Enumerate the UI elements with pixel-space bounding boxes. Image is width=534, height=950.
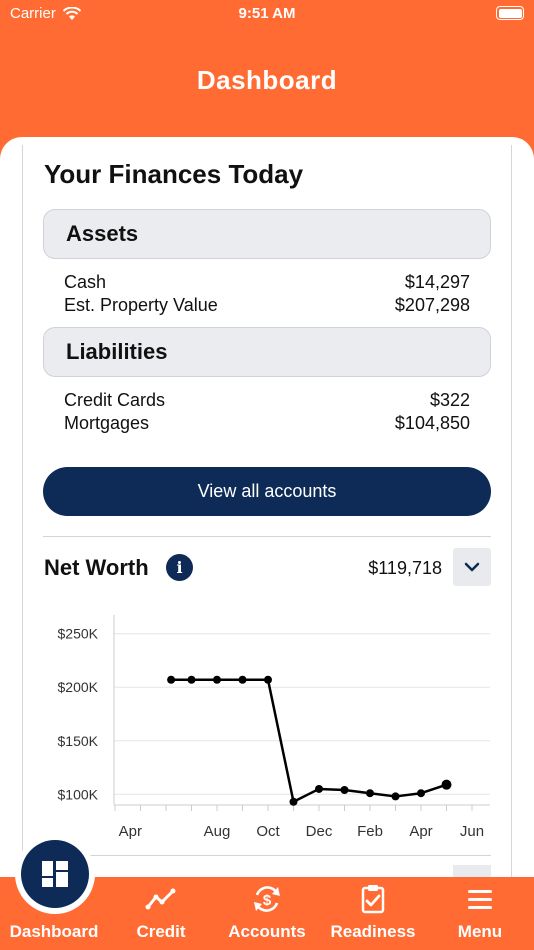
tab-label: Readiness (330, 922, 416, 941)
x-tick-label: Apr (409, 823, 432, 840)
asset-row-property: Est. Property Value $207,298 (64, 295, 470, 316)
chevron-down-icon (464, 562, 480, 572)
assets-header[interactable]: Assets (43, 209, 491, 259)
tab-label: Accounts (228, 922, 306, 941)
y-tick-label: $200K (58, 679, 99, 695)
credit-trend-icon (145, 888, 176, 910)
net-worth-value: $119,718 (368, 558, 442, 578)
x-tick-label: Apr (119, 823, 142, 840)
net-worth-chart: $250K $200K $150K $100K Apr Aug Oct Dec Feb Apr Ju… (58, 615, 490, 840)
net-worth-data-point (167, 675, 176, 684)
y-tick-label: $250K (58, 626, 99, 642)
accounts-dollar-sync-icon: $ (254, 886, 280, 912)
liability-label: Credit Cards (64, 390, 166, 410)
readiness-clipboard-icon (361, 885, 385, 914)
x-tick-label: Oct (256, 823, 280, 840)
status-time: 9:51 AM (238, 5, 296, 22)
view-all-accounts-button[interactable]: View all accounts (43, 467, 491, 516)
divider (43, 536, 491, 537)
net-worth-dropdown-button[interactable] (453, 548, 491, 586)
card-title: Your Finances Today (44, 159, 304, 189)
tab-label: Dashboard (9, 922, 99, 941)
net-worth-data-point (417, 789, 425, 798)
net-worth-data-point (264, 675, 272, 684)
net-worth-label: Net Worth (44, 555, 149, 580)
assets-heading: Assets (66, 221, 139, 246)
liability-label: Mortgages (64, 413, 150, 433)
finances-sheet: Your Finances Today Assets Cash $14,297 … (0, 137, 534, 877)
svg-text:$: $ (263, 892, 272, 909)
net-worth-data-point (238, 675, 247, 684)
tab-menu[interactable]: Menu (426, 877, 534, 950)
net-worth-data-point (315, 784, 323, 793)
net-worth-data-point (340, 786, 349, 795)
tab-label: Menu (457, 922, 503, 941)
x-tick-label: Aug (204, 823, 231, 840)
y-tick-label: $150K (58, 733, 99, 749)
fab-inner (21, 840, 89, 908)
net-worth-data-point (391, 792, 400, 801)
net-worth-data-point (441, 779, 452, 790)
peek-dropdown-button[interactable] (453, 865, 491, 877)
liabilities-header[interactable]: Liabilities (43, 327, 491, 377)
liability-row-credit-cards: Credit Cards $322 (64, 390, 470, 411)
tab-accounts[interactable]: $ Accounts (214, 877, 320, 950)
menu-hamburger-icon (468, 890, 492, 909)
asset-row-cash: Cash $14,297 (64, 272, 470, 293)
tab-label: Credit (136, 922, 186, 941)
net-worth-data-point (213, 675, 221, 684)
liabilities-heading: Liabilities (66, 339, 168, 364)
tab-readiness[interactable]: Readiness (320, 877, 426, 950)
info-icon[interactable]: i (166, 554, 193, 581)
status-bar: Carrier 9:51 AM (0, 0, 534, 30)
dashboard-grid-icon (42, 861, 68, 887)
net-worth-data-point (366, 789, 374, 798)
x-tick-label: Dec (306, 823, 333, 840)
asset-value: $14,297 (404, 272, 470, 292)
liability-value: $322 (429, 390, 470, 410)
next-section-peek (43, 855, 491, 877)
tab-credit[interactable]: Credit (108, 877, 214, 950)
asset-value: $207,298 (394, 295, 470, 315)
net-worth-data-point (289, 797, 298, 806)
x-tick-label: Jun (460, 823, 484, 840)
y-tick-label: $100K (58, 786, 99, 802)
liability-value: $104,850 (394, 413, 470, 433)
net-worth-data-point (187, 675, 196, 684)
x-tick-label: Feb (357, 823, 383, 840)
liability-row-mortgages: Mortgages $104,850 (64, 413, 470, 434)
dashboard-fab-button[interactable] (15, 834, 95, 914)
page-title: Dashboard (196, 65, 338, 95)
asset-label: Est. Property Value (64, 295, 218, 315)
asset-label: Cash (64, 272, 107, 292)
battery-icon (496, 6, 524, 20)
